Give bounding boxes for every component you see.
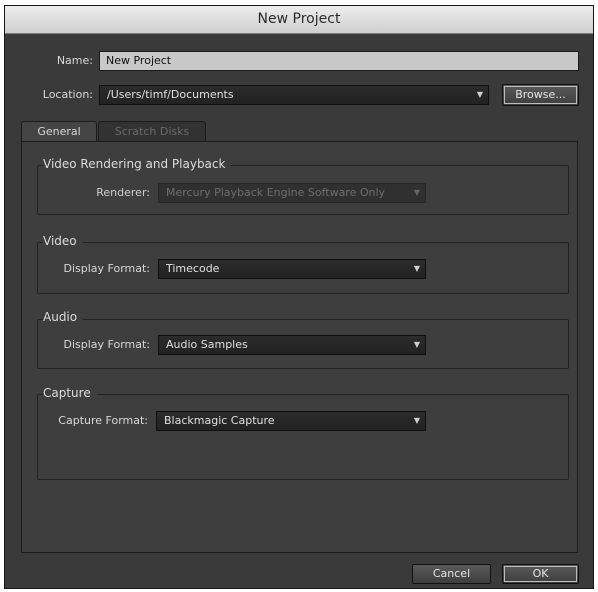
capture-format-label: Capture Format: xyxy=(58,414,148,427)
video-display-format-value: Timecode xyxy=(166,262,220,275)
general-tab-panel: Video Rendering and Playback Renderer: M… xyxy=(21,141,578,553)
tab-general[interactable]: General xyxy=(21,121,97,142)
audio-display-format-dropdown[interactable]: Audio Samples ▼ xyxy=(158,335,426,355)
ok-button[interactable]: OK xyxy=(502,564,579,584)
chevron-down-icon: ▼ xyxy=(413,416,421,425)
location-label: Location: xyxy=(42,88,93,101)
capture-format-dropdown[interactable]: Blackmagic Capture ▼ xyxy=(156,411,426,431)
window-title: New Project xyxy=(5,6,593,34)
capture-group xyxy=(37,394,569,480)
audio-display-format-value: Audio Samples xyxy=(166,338,248,351)
audio-display-format-label: Display Format: xyxy=(63,338,150,351)
video-rendering-title: Video Rendering and Playback xyxy=(43,157,232,171)
browse-button[interactable]: Browse... xyxy=(502,84,579,106)
renderer-value: Mercury Playback Engine Software Only xyxy=(166,186,386,199)
location-dropdown[interactable]: /Users/timf/Documents ▼ xyxy=(99,85,489,105)
new-project-dialog: New Project Name: New Project Location: … xyxy=(4,5,594,589)
video-display-format-dropdown[interactable]: Timecode ▼ xyxy=(158,259,426,279)
chevron-down-icon: ▼ xyxy=(413,188,421,197)
video-title: Video xyxy=(43,234,83,248)
chevron-down-icon: ▼ xyxy=(413,340,421,349)
renderer-label: Renderer: xyxy=(96,186,150,199)
capture-title: Capture xyxy=(43,386,97,400)
name-label: Name: xyxy=(56,54,93,67)
audio-title: Audio xyxy=(43,310,84,324)
tab-scratch-disks[interactable]: Scratch Disks xyxy=(98,121,206,142)
chevron-down-icon: ▼ xyxy=(413,264,421,273)
renderer-dropdown: Mercury Playback Engine Software Only ▼ xyxy=(158,183,426,203)
chevron-down-icon: ▼ xyxy=(476,90,484,99)
name-input[interactable]: New Project xyxy=(99,51,579,71)
capture-format-value: Blackmagic Capture xyxy=(164,414,275,427)
location-value: /Users/timf/Documents xyxy=(107,88,234,101)
cancel-button[interactable]: Cancel xyxy=(412,564,491,584)
video-display-format-label: Display Format: xyxy=(63,262,150,275)
